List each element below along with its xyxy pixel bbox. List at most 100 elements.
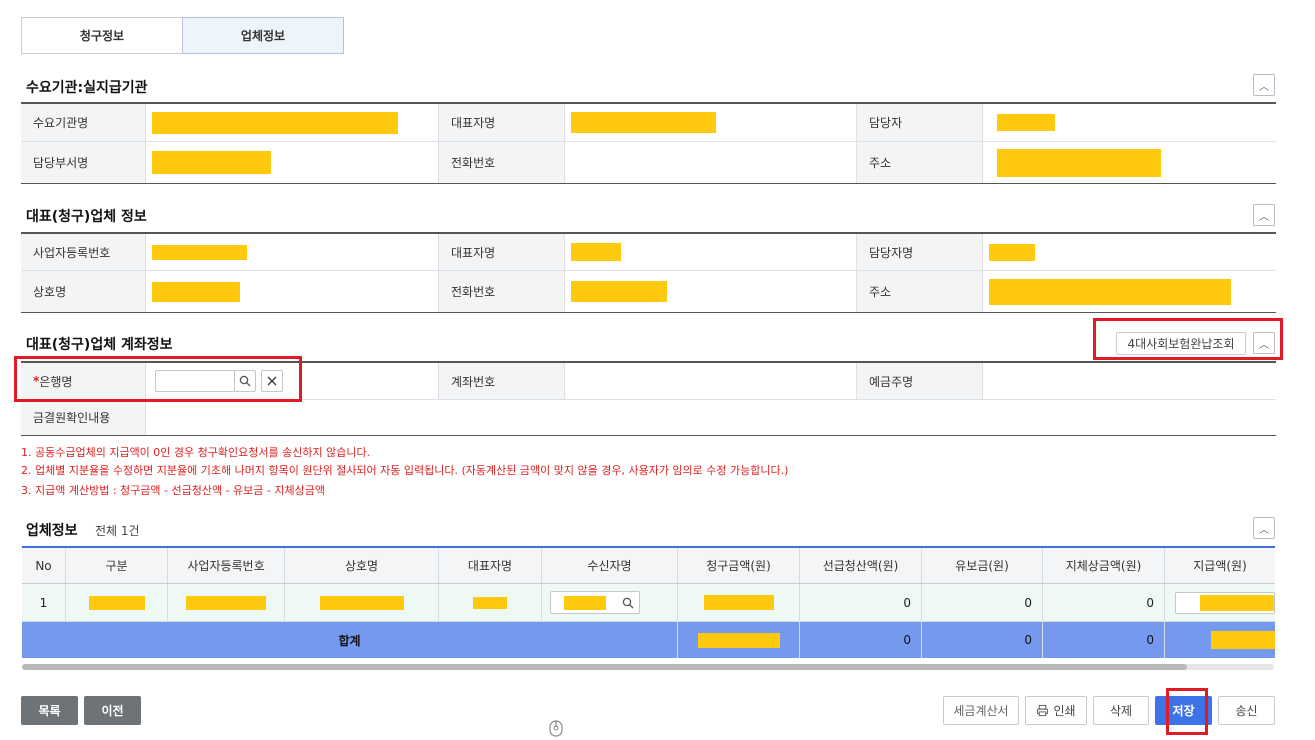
- value-account-no: [565, 363, 857, 399]
- sum-advance: 0: [800, 622, 922, 658]
- cell-claim-amount: [678, 584, 800, 621]
- value-biz-no: [146, 234, 439, 270]
- value-confirm: [146, 400, 1276, 435]
- label-phone: 전화번호: [439, 142, 565, 183]
- cell-payment: [1165, 584, 1275, 621]
- tax-invoice-button[interactable]: 세금계산서: [943, 696, 1019, 725]
- col-no: No: [22, 548, 66, 583]
- chevron-up-icon: ︿: [1259, 81, 1269, 93]
- label-account-no: 계좌번호: [439, 363, 565, 399]
- grid-horizontal-scrollbar[interactable]: [22, 664, 1274, 670]
- redacted-block: [697, 632, 780, 648]
- grid-title: 업체정보: [26, 523, 78, 539]
- section-title-account: 대표(청구)업체 계좌정보: [26, 337, 173, 353]
- value-company: [146, 271, 439, 312]
- cell-type: [66, 584, 168, 621]
- grid-header: No 구분 사업자등록번호 상호명 대표자명 수신자명 청구금액(원) 선급청산…: [22, 548, 1275, 584]
- list-button[interactable]: 목록: [21, 696, 78, 725]
- label-vendor-rep-name: 대표자명: [439, 234, 565, 270]
- send-button[interactable]: 송신: [1218, 696, 1275, 725]
- redacted-block: [703, 595, 774, 610]
- printer-icon: [1037, 704, 1049, 717]
- cell-biz-no: [168, 584, 285, 621]
- redacted-block: [152, 244, 247, 260]
- col-receiver: 수신자명: [542, 548, 678, 583]
- section-title-demand: 수요기관:실지급기관: [26, 80, 148, 96]
- section-title-vendor: 대표(청구)업체 정보: [26, 209, 147, 225]
- highlight-bank-box: [14, 356, 302, 402]
- collapse-vendor-button[interactable]: ︿: [1253, 204, 1275, 226]
- redacted-block: [88, 595, 145, 610]
- collapse-grid-button[interactable]: ︿: [1253, 517, 1275, 539]
- label-vendor-address: 주소: [857, 271, 983, 312]
- col-claim-amount: 청구금액(원): [678, 548, 800, 583]
- label-address: 주소: [857, 142, 983, 183]
- scrollbar-thumb[interactable]: [22, 664, 1187, 670]
- demand-info-table: 수요기관명 대표자명 담당자 담당부서명 전화번호 주소: [21, 102, 1276, 184]
- redacted-block: [319, 595, 404, 610]
- vendor-grid: No 구분 사업자등록번호 상호명 대표자명 수신자명 청구금액(원) 선급청산…: [22, 546, 1275, 658]
- payment-input[interactable]: [1175, 592, 1275, 614]
- label-vendor-phone: 전화번호: [439, 271, 565, 312]
- cell-penalty: 0: [1043, 584, 1165, 621]
- redacted-block: [989, 243, 1035, 261]
- vendor-info-table: 사업자등록번호 대표자명 담당자명 상호명 전화번호 주소: [21, 232, 1276, 313]
- print-label: 인쇄: [1053, 704, 1076, 718]
- value-vendor-address: [983, 271, 1276, 312]
- tab-vendor-info[interactable]: 업체정보: [182, 17, 344, 54]
- tab-label: 업체정보: [240, 29, 286, 43]
- sum-claim-amount: [678, 622, 800, 658]
- label-biz-no: 사업자등록번호: [21, 234, 146, 270]
- value-address: [983, 142, 1276, 183]
- print-button[interactable]: 인쇄: [1025, 696, 1087, 725]
- cell-no: 1: [22, 584, 66, 621]
- redacted-block: [997, 148, 1161, 177]
- notice-1: 1. 공동수급업체의 지급액이 0인 경우 청구확인요청서를 송신하지 않습니다…: [21, 446, 371, 459]
- redacted-block: [564, 595, 606, 610]
- grid-total-count: 전체 1건: [95, 524, 140, 538]
- sum-retention: 0: [922, 622, 1043, 658]
- col-company: 상호명: [285, 548, 439, 583]
- redacted-block: [989, 278, 1231, 305]
- label-manager: 담당자: [857, 104, 983, 141]
- col-retention: 유보금(원): [922, 548, 1043, 583]
- mouse-icon: [546, 718, 566, 738]
- redacted-block: [152, 281, 240, 302]
- label-dept-name: 담당부서명: [21, 142, 146, 183]
- cell-receiver: [542, 584, 678, 621]
- cell-rep-name: [439, 584, 542, 621]
- redacted-block: [186, 595, 266, 610]
- col-payment: 지급액(원): [1193, 559, 1247, 573]
- prev-button[interactable]: 이전: [84, 696, 141, 725]
- chevron-up-icon: ︿: [1259, 211, 1269, 223]
- redacted-block: [571, 281, 667, 302]
- collapse-demand-button[interactable]: ︿: [1253, 74, 1275, 96]
- redacted-block: [997, 114, 1055, 131]
- highlight-insurance-box: [1093, 318, 1283, 360]
- tab-label: 청구정보: [79, 29, 125, 43]
- receiver-search-button[interactable]: [616, 591, 640, 614]
- value-org-name: [146, 104, 439, 141]
- label-confirm: 금결원확인내용: [21, 400, 146, 435]
- redacted-block: [473, 596, 507, 609]
- cell-retention: 0: [922, 584, 1043, 621]
- redacted-block: [571, 112, 716, 133]
- value-dept-name: [146, 142, 439, 183]
- col-biz-no: 사업자등록번호: [168, 548, 285, 583]
- delete-button[interactable]: 삭제: [1093, 696, 1149, 725]
- label-rep-name: 대표자명: [439, 104, 565, 141]
- sum-payment: [1165, 622, 1275, 658]
- value-rep-name: [565, 104, 857, 141]
- value-vendor-manager: [983, 234, 1276, 270]
- value-vendor-rep-name: [565, 234, 857, 270]
- value-manager: [983, 104, 1276, 141]
- sum-penalty: 0: [1043, 622, 1165, 658]
- table-row[interactable]: 1 0 0 0: [22, 584, 1275, 622]
- sum-label: 합계: [22, 622, 678, 658]
- highlight-save-box: [1166, 688, 1208, 735]
- tab-billing-info[interactable]: 청구정보: [21, 17, 183, 54]
- label-org-name: 수요기관명: [21, 104, 146, 141]
- redacted-block: [152, 151, 271, 174]
- redacted-block: [1211, 631, 1275, 649]
- search-icon: [622, 597, 634, 608]
